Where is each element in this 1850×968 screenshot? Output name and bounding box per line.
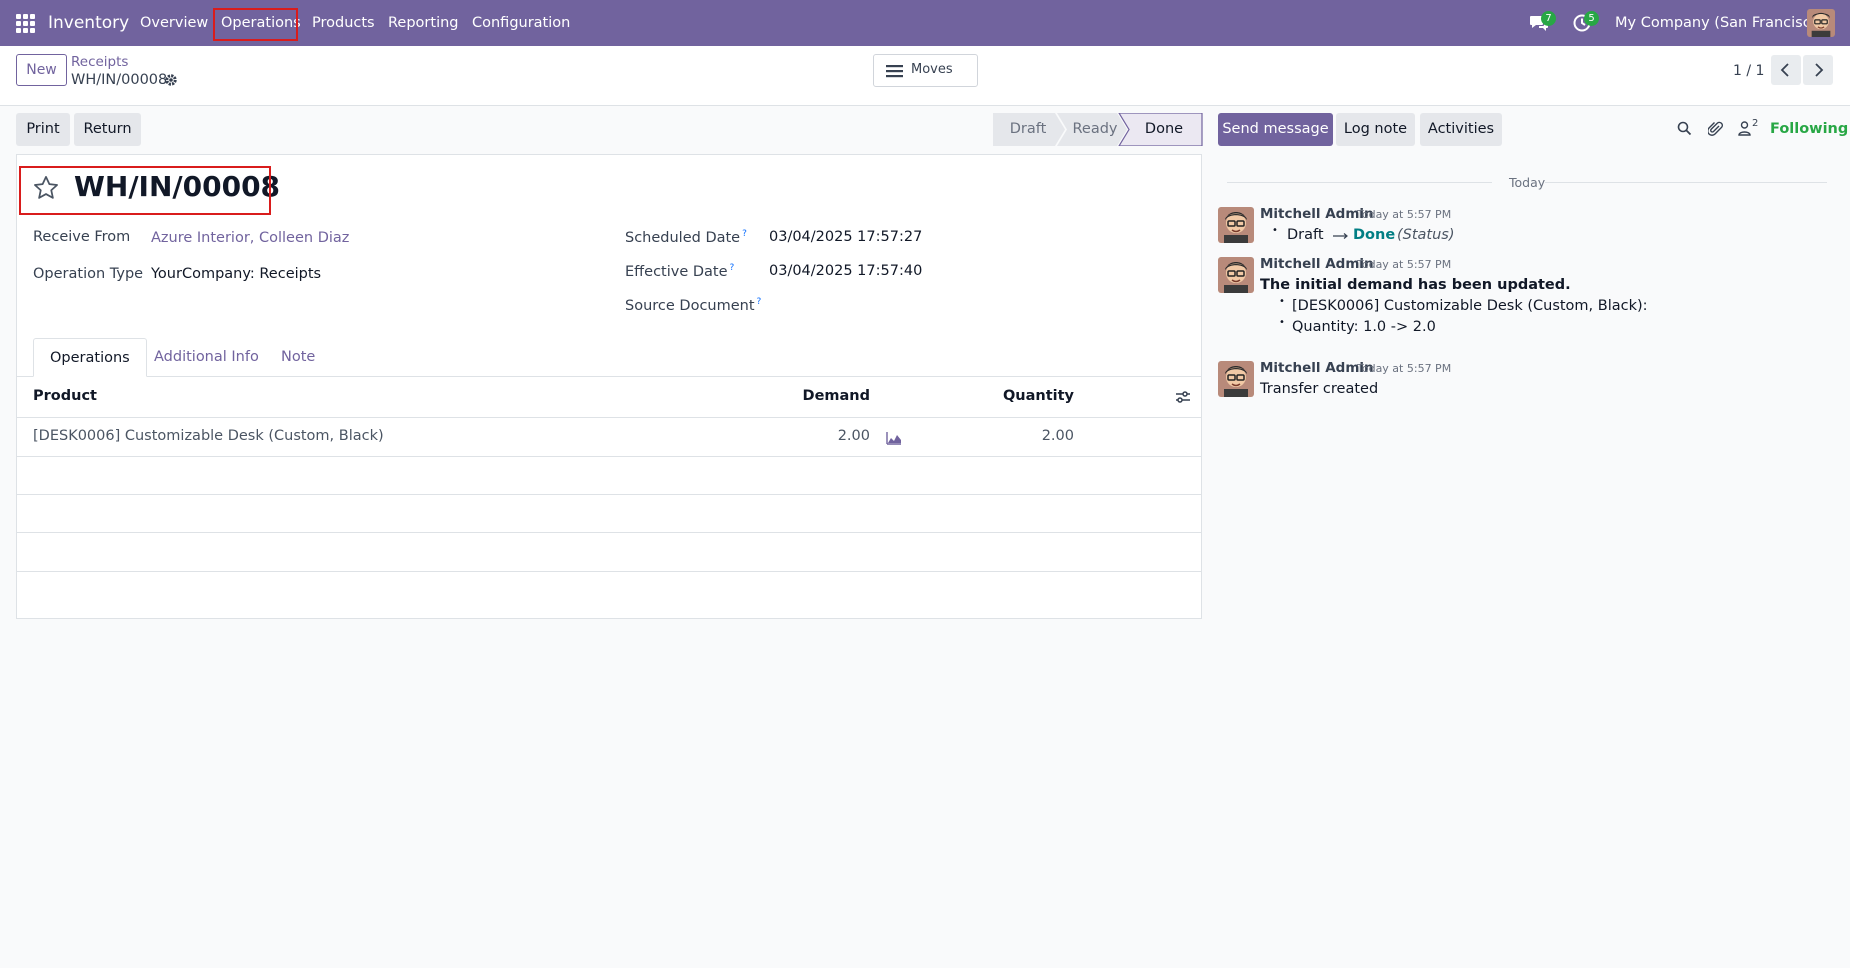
apps-menu-icon[interactable] xyxy=(16,14,35,33)
operations-highlight-box xyxy=(213,8,298,41)
return-button[interactable]: Return xyxy=(74,113,141,146)
effective-date-label: Effective Date? xyxy=(625,263,735,280)
table-row xyxy=(16,532,1202,533)
row-quantity[interactable]: 2.00 xyxy=(944,428,1074,444)
scheduled-date-value[interactable]: 03/04/2025 17:57:27 xyxy=(769,229,922,245)
message-time: Today at 5:57 PM xyxy=(1357,362,1452,375)
followers-icon[interactable] xyxy=(1738,121,1751,136)
scheduled-date-label: Scheduled Date? xyxy=(625,229,747,246)
tab-operations[interactable]: Operations xyxy=(33,338,147,377)
user-avatar[interactable] xyxy=(1807,9,1835,37)
bullet: • xyxy=(1272,225,1278,236)
chevron-left-icon xyxy=(1780,63,1789,77)
new-button[interactable]: New xyxy=(16,54,67,86)
tab-additional-info[interactable]: Additional Info xyxy=(138,338,275,377)
column-demand[interactable]: Demand xyxy=(740,388,870,404)
help-tooltip-icon[interactable]: ? xyxy=(730,263,735,273)
forecast-chart-icon[interactable] xyxy=(886,431,902,445)
column-product[interactable]: Product xyxy=(33,388,97,404)
log-note-button[interactable]: Log note xyxy=(1336,113,1415,146)
title-highlight-box xyxy=(19,166,271,215)
list-icon xyxy=(886,64,903,78)
message-time: Today at 5:57 PM xyxy=(1357,258,1452,271)
tracking-field-name: (Status) xyxy=(1397,227,1455,243)
column-quantity[interactable]: Quantity xyxy=(944,388,1074,404)
tracking-new-value: Done xyxy=(1353,227,1396,243)
chevron-right-icon xyxy=(1815,63,1824,77)
menu-products[interactable]: Products xyxy=(312,15,375,31)
arrow-right-icon xyxy=(1333,233,1349,239)
status-ready[interactable]: Ready xyxy=(1065,113,1125,146)
operation-type-label: Operation Type xyxy=(33,266,144,282)
print-button[interactable]: Print xyxy=(16,113,70,146)
tab-note[interactable]: Note xyxy=(265,338,331,377)
moves-label: Moves xyxy=(911,62,953,77)
status-done[interactable]: Done xyxy=(1129,113,1199,146)
paperclip-icon[interactable] xyxy=(1708,120,1723,137)
help-tooltip-icon[interactable]: ? xyxy=(742,229,747,239)
gear-icon[interactable] xyxy=(164,73,178,87)
pager-next-button[interactable] xyxy=(1803,55,1833,85)
operation-type-value[interactable]: YourCompany: Receipts xyxy=(151,266,321,282)
following-button[interactable]: Following xyxy=(1770,121,1848,137)
messages-count-badge: 7 xyxy=(1541,11,1556,26)
row-product[interactable]: [DESK0006] Customizable Desk (Custom, Bl… xyxy=(33,428,384,444)
moves-smart-button[interactable]: Moves xyxy=(873,54,978,87)
message-time: Today at 5:57 PM xyxy=(1357,208,1452,221)
menu-configuration[interactable]: Configuration xyxy=(472,15,570,31)
menu-overview[interactable]: Overview xyxy=(140,15,208,31)
breadcrumb-receipts[interactable]: Receipts xyxy=(71,54,128,70)
bullet: • xyxy=(1279,317,1285,328)
form-sheet xyxy=(16,154,1202,619)
followers-count: 2 xyxy=(1752,118,1759,129)
table-header-divider xyxy=(16,417,1202,418)
source-document-label: Source Document? xyxy=(625,297,762,314)
breadcrumb-current: WH/IN/00008 xyxy=(71,72,168,88)
search-icon[interactable] xyxy=(1677,121,1692,136)
send-message-button[interactable]: Send message xyxy=(1218,113,1333,146)
effective-date-value[interactable]: 03/04/2025 17:57:40 xyxy=(769,263,922,279)
bullet: • xyxy=(1279,296,1285,307)
pager-value[interactable]: 1 / 1 xyxy=(1733,63,1764,79)
app-name[interactable]: Inventory xyxy=(48,13,129,33)
receive-from-label: Receive From xyxy=(33,229,131,245)
avatar[interactable] xyxy=(1218,257,1254,293)
table-row xyxy=(16,456,1202,457)
activities-button[interactable]: Activities xyxy=(1420,113,1502,146)
tracking-old-value: Draft xyxy=(1287,227,1324,243)
avatar[interactable] xyxy=(1218,207,1254,243)
row-demand[interactable]: 2.00 xyxy=(740,428,870,444)
table-row xyxy=(16,571,1202,572)
message-heading: The initial demand has been updated. xyxy=(1260,277,1571,293)
date-separator-line xyxy=(1545,182,1827,183)
avatar[interactable] xyxy=(1218,361,1254,397)
activities-count-badge: 5 xyxy=(1584,11,1599,26)
menu-reporting[interactable]: Reporting xyxy=(388,15,459,31)
company-switcher[interactable]: My Company (San Francisco) xyxy=(1615,15,1825,31)
date-separator-line xyxy=(1227,182,1492,183)
pager-previous-button[interactable] xyxy=(1771,55,1801,85)
status-draft[interactable]: Draft xyxy=(999,113,1057,146)
message-bullet: Quantity: 1.0 -> 2.0 xyxy=(1292,319,1436,335)
help-tooltip-icon[interactable]: ? xyxy=(757,297,762,307)
receive-from-value[interactable]: Azure Interior, Colleen Diaz xyxy=(151,230,349,246)
table-row xyxy=(16,494,1202,495)
message-bullet: [DESK0006] Customizable Desk (Custom, Bl… xyxy=(1292,298,1648,314)
optional-columns-icon[interactable] xyxy=(1175,389,1191,405)
date-separator: Today xyxy=(1509,175,1546,190)
message-body: Transfer created xyxy=(1260,381,1379,397)
